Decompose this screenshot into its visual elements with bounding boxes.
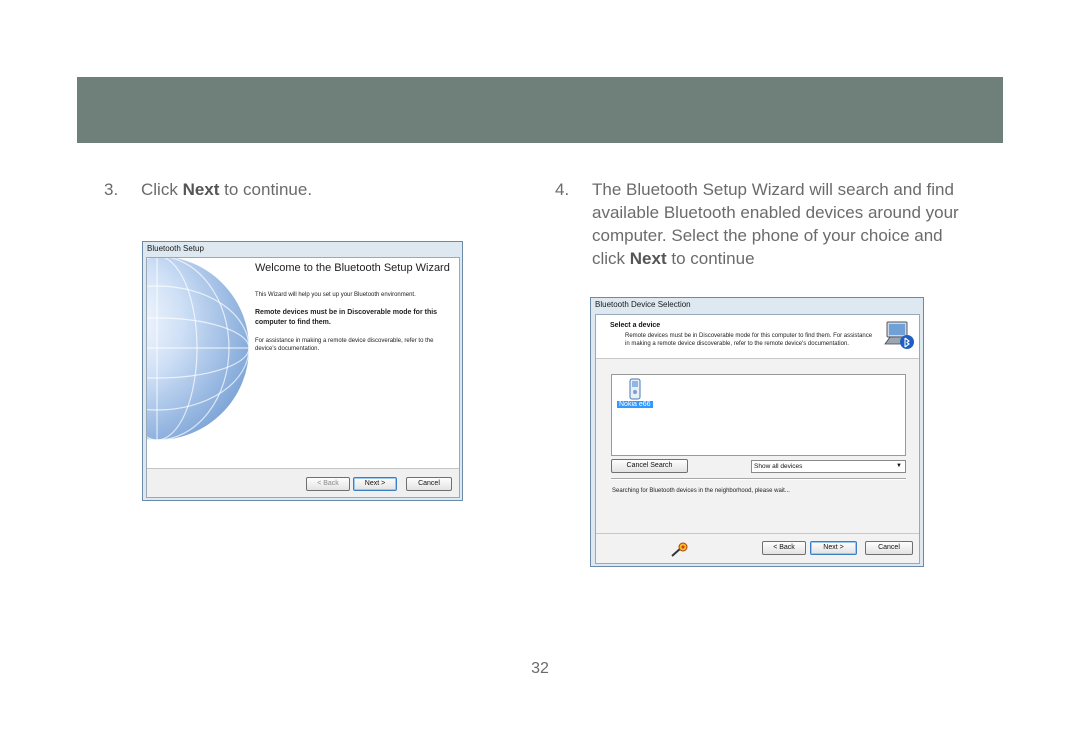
cancel-button[interactable]: Cancel	[406, 477, 452, 491]
next-button[interactable]: Next >	[810, 541, 857, 555]
bluetooth-device-selection-window: Bluetooth Device Selection Select a devi…	[590, 297, 924, 567]
wizard-discoverable-note: Remote devices must be in Discoverable m…	[255, 309, 438, 326]
step-3-next-word: Next	[182, 180, 220, 199]
device-list[interactable]: Nokia e66	[611, 374, 906, 456]
wizard-footer: < Back Next > Cancel	[147, 468, 459, 497]
bluetooth-computer-icon	[884, 320, 914, 350]
window-title: Bluetooth Setup	[147, 244, 204, 253]
step-4: 4. The Bluetooth Setup Wizard will searc…	[555, 178, 965, 274]
section-title: Select a device	[610, 322, 661, 329]
wizard-wand-icon	[670, 542, 690, 558]
step-3-number: 3.	[104, 180, 119, 199]
wizard-assist-note: For assistance in making a remote device…	[255, 338, 434, 352]
step-4-text-post: to continue	[666, 249, 755, 268]
step-3: 3. Click Next to continue.	[104, 178, 424, 202]
device-filter-value: Show all devices	[754, 463, 803, 470]
step-4-number: 4.	[555, 180, 570, 199]
footer-divider	[596, 533, 919, 534]
globe-graphic	[147, 258, 251, 468]
device-item-nokia[interactable]: Nokia e66	[617, 401, 653, 408]
step-4-text: The Bluetooth Setup Wizard will search a…	[592, 178, 962, 270]
page-number: 32	[531, 660, 549, 677]
header-bar	[77, 77, 1003, 143]
chevron-down-icon: ▼	[896, 463, 902, 469]
step-3-text-post: to continue.	[219, 180, 313, 199]
step-3-text-pre: Click	[141, 180, 183, 199]
selection-header: Select a device Remote devices must be i…	[596, 315, 919, 359]
wizard-body: Welcome to the Bluetooth Setup Wizard Th…	[146, 257, 460, 498]
step-3-text: Click Next to continue.	[141, 178, 312, 201]
window-title: Bluetooth Device Selection	[595, 300, 691, 309]
bluetooth-setup-window: Bluetooth Setup Welcome to the Bluetooth…	[142, 241, 463, 501]
divider	[611, 478, 906, 480]
wizard-intro: This Wizard will help you set up your Bl…	[255, 292, 416, 298]
back-button[interactable]: < Back	[762, 541, 806, 555]
back-button[interactable]: < Back	[306, 477, 350, 491]
cancel-search-button[interactable]: Cancel Search	[611, 459, 688, 473]
cancel-button[interactable]: Cancel	[865, 541, 913, 555]
phone-icon[interactable]	[628, 378, 642, 400]
step-4-next-word: Next	[629, 249, 667, 268]
device-filter-select[interactable]: Show all devices ▼	[751, 460, 906, 473]
search-status: Searching for Bluetooth devices in the n…	[612, 488, 790, 494]
wizard-heading: Welcome to the Bluetooth Setup Wizard	[255, 262, 450, 274]
section-description: Remote devices must be in Discoverable m…	[625, 333, 873, 347]
selection-body: Select a device Remote devices must be i…	[595, 314, 920, 564]
next-button[interactable]: Next >	[353, 477, 397, 491]
